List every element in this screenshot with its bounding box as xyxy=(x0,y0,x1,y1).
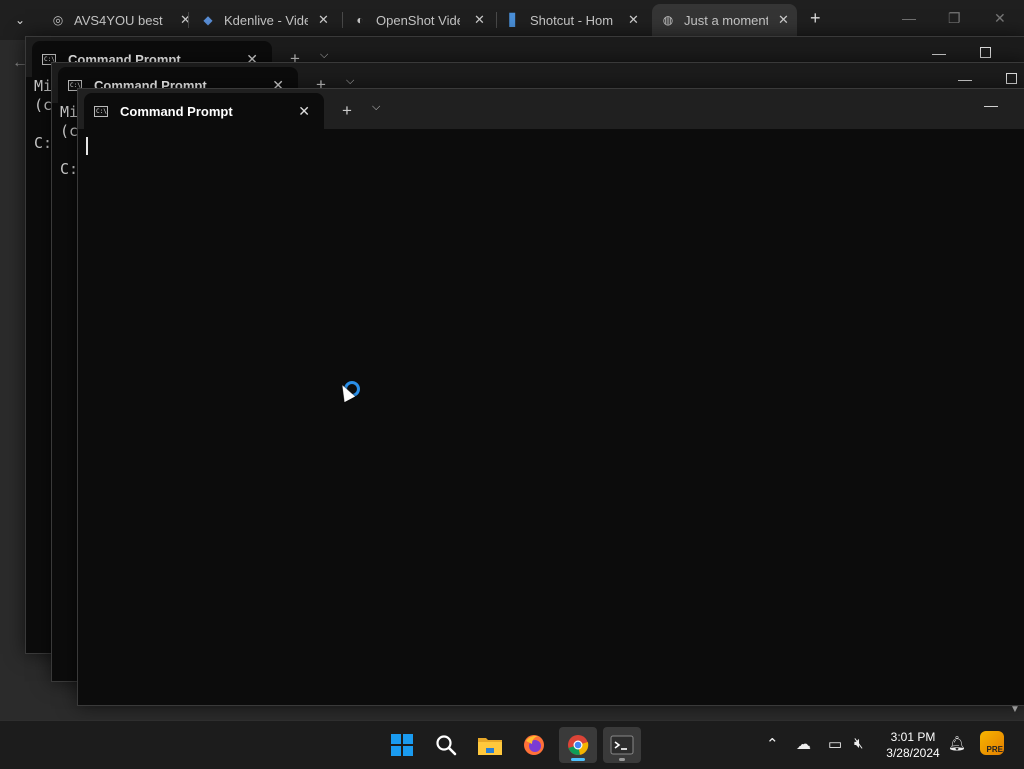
close-icon[interactable]: ✕ xyxy=(994,10,1006,27)
notification-bell-icon[interactable]: 🔔︎ xyxy=(948,735,966,752)
maximize-icon[interactable] xyxy=(980,47,991,58)
tab-close-icon[interactable]: ✕ xyxy=(298,103,310,120)
scroll-down-icon[interactable]: ▼ xyxy=(1008,704,1022,718)
shotcut-icon: ▋ xyxy=(509,13,519,27)
tab-title: Kdenlive - Vide xyxy=(224,12,308,28)
tab-separator xyxy=(342,12,343,28)
tab-title: AVS4YOU best xyxy=(74,12,163,28)
terminal-tab-label: Command Prompt xyxy=(120,103,233,119)
output-line: (c xyxy=(60,122,79,140)
cmd-icon: C:\ xyxy=(94,105,108,117)
chrome-icon xyxy=(568,735,589,755)
taskbar-search-button[interactable] xyxy=(427,727,465,763)
terminal-button[interactable] xyxy=(603,727,641,763)
terminal-output: Mi (c C: xyxy=(34,77,52,153)
maximize-icon[interactable] xyxy=(1006,73,1017,84)
output-line: Mi xyxy=(34,77,53,95)
network-icon[interactable]: ▭ xyxy=(828,735,842,753)
tab-separator xyxy=(188,12,189,28)
chevron-up-icon[interactable]: ⌃ xyxy=(766,735,779,753)
minimize-icon[interactable]: — xyxy=(958,71,972,87)
browser-tab-shotcut[interactable]: ▋ Shotcut - Hom ✕ xyxy=(506,8,639,32)
output-line: Mi xyxy=(60,103,79,121)
chevron-down-icon[interactable]: ⌵ xyxy=(372,101,380,114)
browser-tab-bar: ⌄ ◎ AVS4YOU best ✕ ◆ Kdenlive - Vide ✕ ◐… xyxy=(0,0,1024,40)
tab-close-icon[interactable]: ✕ xyxy=(180,12,191,28)
copilot-badge: PRE xyxy=(986,745,1003,754)
volume-muted-icon[interactable]: 🔇︎ xyxy=(854,735,863,752)
taskbar: ⌃ ☁ ▭ 🔇︎ 3:01 PM 3/28/2024 🔔︎ PRE xyxy=(0,720,1024,769)
clock-time: 3:01 PM xyxy=(890,730,936,744)
browser-tab-avs[interactable]: ◎ AVS4YOU best ✕ xyxy=(50,8,191,32)
chevron-down-icon: ⌄ xyxy=(14,13,26,27)
output-line: C: xyxy=(60,160,79,178)
terminal-titlebar: C:\ Command Prompt ✕ + ⌵ — xyxy=(78,89,1024,129)
browser-tab-kdenlive[interactable]: ◆ Kdenlive - Vide ✕ xyxy=(200,8,329,32)
terminal-icon xyxy=(610,735,634,755)
tab-close-icon[interactable]: ✕ xyxy=(318,12,329,28)
new-tab-button[interactable]: + xyxy=(810,8,821,29)
taskbar-clock[interactable]: 3:01 PM 3/28/2024 xyxy=(880,729,946,761)
terminal-input-area[interactable] xyxy=(78,129,1024,703)
browser-tab-just-a-moment[interactable]: ◍ Just a moment. ✕ xyxy=(652,4,797,36)
chevron-down-icon[interactable]: ⌵ xyxy=(320,49,328,62)
minimize-icon[interactable]: — xyxy=(902,10,916,26)
running-app-indicator xyxy=(619,758,625,761)
copilot-icon[interactable]: PRE xyxy=(980,731,1004,755)
openshot-icon: ◐ xyxy=(356,13,364,27)
output-line: C: xyxy=(34,134,53,152)
new-tab-icon[interactable]: + xyxy=(342,101,352,121)
tab-close-icon[interactable]: ✕ xyxy=(628,12,639,28)
windows-logo-icon xyxy=(391,734,413,756)
file-explorer-button[interactable] xyxy=(471,727,509,763)
terminal-output: Mi (c C: xyxy=(60,103,78,179)
tab-title: Just a moment. xyxy=(684,12,768,28)
restore-icon[interactable]: ❐ xyxy=(948,10,961,27)
tab-title: OpenShot Vide xyxy=(376,12,460,28)
avs-icon: ◎ xyxy=(52,13,64,27)
browser-tab-openshot[interactable]: ◐ OpenShot Vide ✕ xyxy=(352,8,485,32)
firefox-icon xyxy=(524,735,544,755)
minimize-icon[interactable]: — xyxy=(984,97,998,113)
onedrive-icon[interactable]: ☁ xyxy=(796,735,811,753)
tab-title: Shotcut - Hom xyxy=(530,12,614,28)
globe-icon: ◍ xyxy=(662,13,674,27)
kdenlive-icon: ◆ xyxy=(203,13,213,27)
tab-separator xyxy=(496,12,497,28)
search-icon xyxy=(436,735,457,756)
minimize-icon[interactable]: — xyxy=(932,45,946,61)
output-line: (c xyxy=(34,96,53,114)
chrome-button[interactable] xyxy=(559,727,597,763)
terminal-tab[interactable]: C:\ Command Prompt ✕ xyxy=(84,93,324,129)
firefox-button[interactable] xyxy=(515,727,553,763)
start-button[interactable] xyxy=(383,727,421,763)
tab-search-button[interactable]: ⌄ xyxy=(8,8,32,32)
file-explorer-icon xyxy=(478,738,502,755)
terminal-window-front: C:\ Command Prompt ✕ + ⌵ — xyxy=(77,88,1024,706)
chevron-down-icon[interactable]: ⌵ xyxy=(346,75,354,88)
active-app-indicator xyxy=(571,758,585,761)
tab-close-icon[interactable]: ✕ xyxy=(778,12,789,28)
tab-close-icon[interactable]: ✕ xyxy=(474,12,485,28)
clock-date: 3/28/2024 xyxy=(886,746,940,760)
